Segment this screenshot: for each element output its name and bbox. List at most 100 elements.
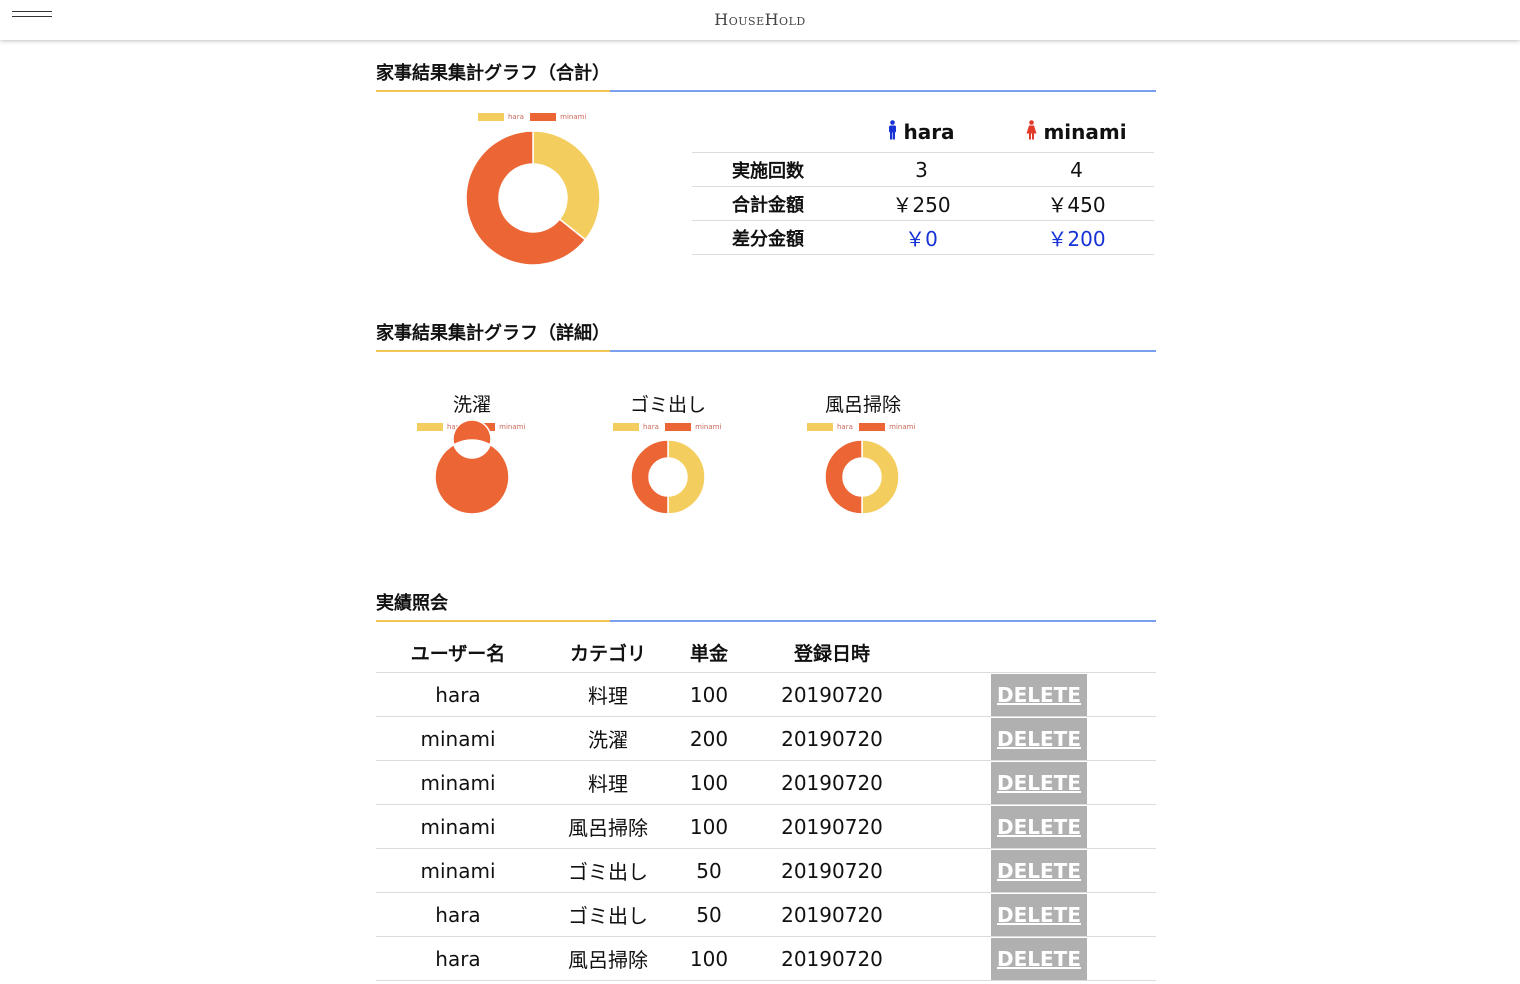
donut-slice-hara (861, 439, 900, 515)
female-person-icon (1026, 120, 1037, 140)
cell-category: 風呂掃除 (540, 804, 676, 849)
legend-swatch-hara (417, 423, 443, 431)
cell-date: 20190720 (742, 760, 922, 805)
column-header-category: カテゴリ (540, 632, 676, 673)
donut-slice-minami (824, 439, 863, 515)
legend-label-minami: minami (560, 113, 587, 121)
cell-amount: 100 (676, 936, 742, 981)
section-rule (376, 620, 1156, 622)
summary-row-label: 実施回数 (692, 152, 844, 187)
summary-value-minami: ￥200 (999, 220, 1154, 255)
section-rule-accent (376, 350, 610, 352)
summary-user-label: hara (903, 120, 955, 144)
column-header-action (922, 632, 1156, 673)
cell-category: 風呂掃除 (540, 936, 676, 981)
section-rule-accent (376, 620, 610, 622)
summary-table: hara minami 実施回数 3 4 合計金額 ￥250 ￥450 差分金額… (692, 112, 1154, 255)
donut-slice-minami (434, 419, 510, 515)
summary-row-label: 合計金額 (692, 186, 844, 221)
column-header-date: 登録日時 (742, 632, 922, 673)
delete-button[interactable]: DELETE (991, 937, 1087, 980)
cell-category: 洗濯 (540, 716, 676, 761)
records-table: ユーザー名 カテゴリ 単金 登録日時 hara 料理 100 20190720 … (376, 632, 1156, 981)
table-row: hara ゴミ出し 50 20190720 DELETE (376, 892, 1156, 937)
category-chart-title: 風呂掃除 (824, 394, 901, 416)
cell-user: minami (376, 804, 540, 849)
cell-category: 料理 (540, 760, 676, 805)
section-rule-accent (376, 90, 610, 92)
cell-action: DELETE (922, 672, 1156, 717)
delete-button[interactable]: DELETE (991, 805, 1087, 848)
cell-amount: 50 (676, 892, 742, 937)
cell-action: DELETE (922, 760, 1156, 805)
category-donut-chart (630, 439, 706, 515)
cell-action: DELETE (922, 804, 1156, 849)
cell-action: DELETE (922, 892, 1156, 937)
cell-action: DELETE (922, 936, 1156, 981)
summary-row-count: 実施回数 3 4 (692, 152, 1154, 187)
table-row: minami ゴミ出し 50 20190720 DELETE (376, 848, 1156, 893)
section-title: 家事結果集計グラフ（合計） (376, 63, 610, 84)
cell-date: 20190720 (742, 804, 922, 849)
cell-category: 料理 (540, 672, 676, 717)
legend-label-minami: minami (889, 423, 916, 431)
donut-slice-minami (630, 439, 669, 515)
summary-user-hara: hara (844, 112, 999, 153)
cell-action: DELETE (922, 716, 1156, 761)
table-row: minami 料理 100 20190720 DELETE (376, 760, 1156, 805)
category-donut-chart (824, 439, 900, 515)
legend-label-minami: minami (695, 423, 722, 431)
delete-button[interactable]: DELETE (991, 893, 1087, 936)
cell-date: 20190720 (742, 672, 922, 717)
summary-header-row: hara minami (692, 112, 1154, 153)
cell-category: ゴミ出し (540, 848, 676, 893)
section-rule (376, 90, 1156, 92)
cell-amount: 100 (676, 804, 742, 849)
total-donut-chart (465, 130, 601, 266)
delete-button[interactable]: DELETE (991, 849, 1087, 892)
legend-label-hara: hara (643, 423, 659, 431)
summary-user-label: minami (1043, 120, 1127, 144)
male-person-icon (889, 120, 897, 140)
chart-legend: hara minami (478, 113, 590, 123)
records-header-row: ユーザー名 カテゴリ 単金 登録日時 (376, 632, 1156, 673)
summary-user-minami: minami (999, 112, 1154, 153)
summary-row-diff: 差分金額 ￥0 ￥200 (692, 220, 1154, 255)
section-rule (376, 350, 1156, 352)
cell-user: minami (376, 716, 540, 761)
category-donut-chart (434, 419, 510, 515)
column-header-amount: 単金 (676, 632, 742, 673)
table-row: hara 料理 100 20190720 DELETE (376, 672, 1156, 717)
app-header: HouseHold (0, 0, 1520, 40)
legend-swatch-minami (665, 423, 692, 431)
table-row: hara 風呂掃除 100 20190720 DELETE (376, 936, 1156, 981)
chart-legend: hara minami (807, 423, 919, 433)
section-records-header: 実績照会 (376, 592, 1156, 622)
cell-date: 20190720 (742, 892, 922, 937)
delete-button[interactable]: DELETE (991, 717, 1087, 760)
summary-value-hara: ￥250 (844, 186, 999, 221)
chart-legend: hara minami (613, 423, 725, 433)
legend-swatch-minami (530, 113, 557, 121)
legend-swatch-minami (859, 423, 886, 431)
section-title: 家事結果集計グラフ（詳細） (376, 323, 610, 344)
app-title: HouseHold (714, 10, 806, 29)
legend-swatch-hara (613, 423, 639, 431)
cell-amount: 50 (676, 848, 742, 893)
delete-button[interactable]: DELETE (991, 673, 1087, 716)
summary-corner (692, 112, 844, 153)
summary-value-minami: ￥450 (999, 186, 1154, 221)
cell-user: minami (376, 848, 540, 893)
summary-value-hara: 3 (844, 152, 999, 187)
legend-swatch-hara (478, 113, 504, 121)
legend-label-minami: minami (499, 423, 526, 431)
cell-action: DELETE (922, 848, 1156, 893)
donut-slice-hara (667, 439, 706, 515)
legend-label-hara: hara (508, 113, 524, 121)
summary-value-hara: ￥0 (844, 220, 999, 255)
delete-button[interactable]: DELETE (991, 761, 1087, 804)
cell-amount: 100 (676, 760, 742, 805)
cell-user: hara (376, 672, 540, 717)
category-chart-title: ゴミ出し (629, 394, 706, 416)
column-header-user: ユーザー名 (376, 632, 540, 673)
